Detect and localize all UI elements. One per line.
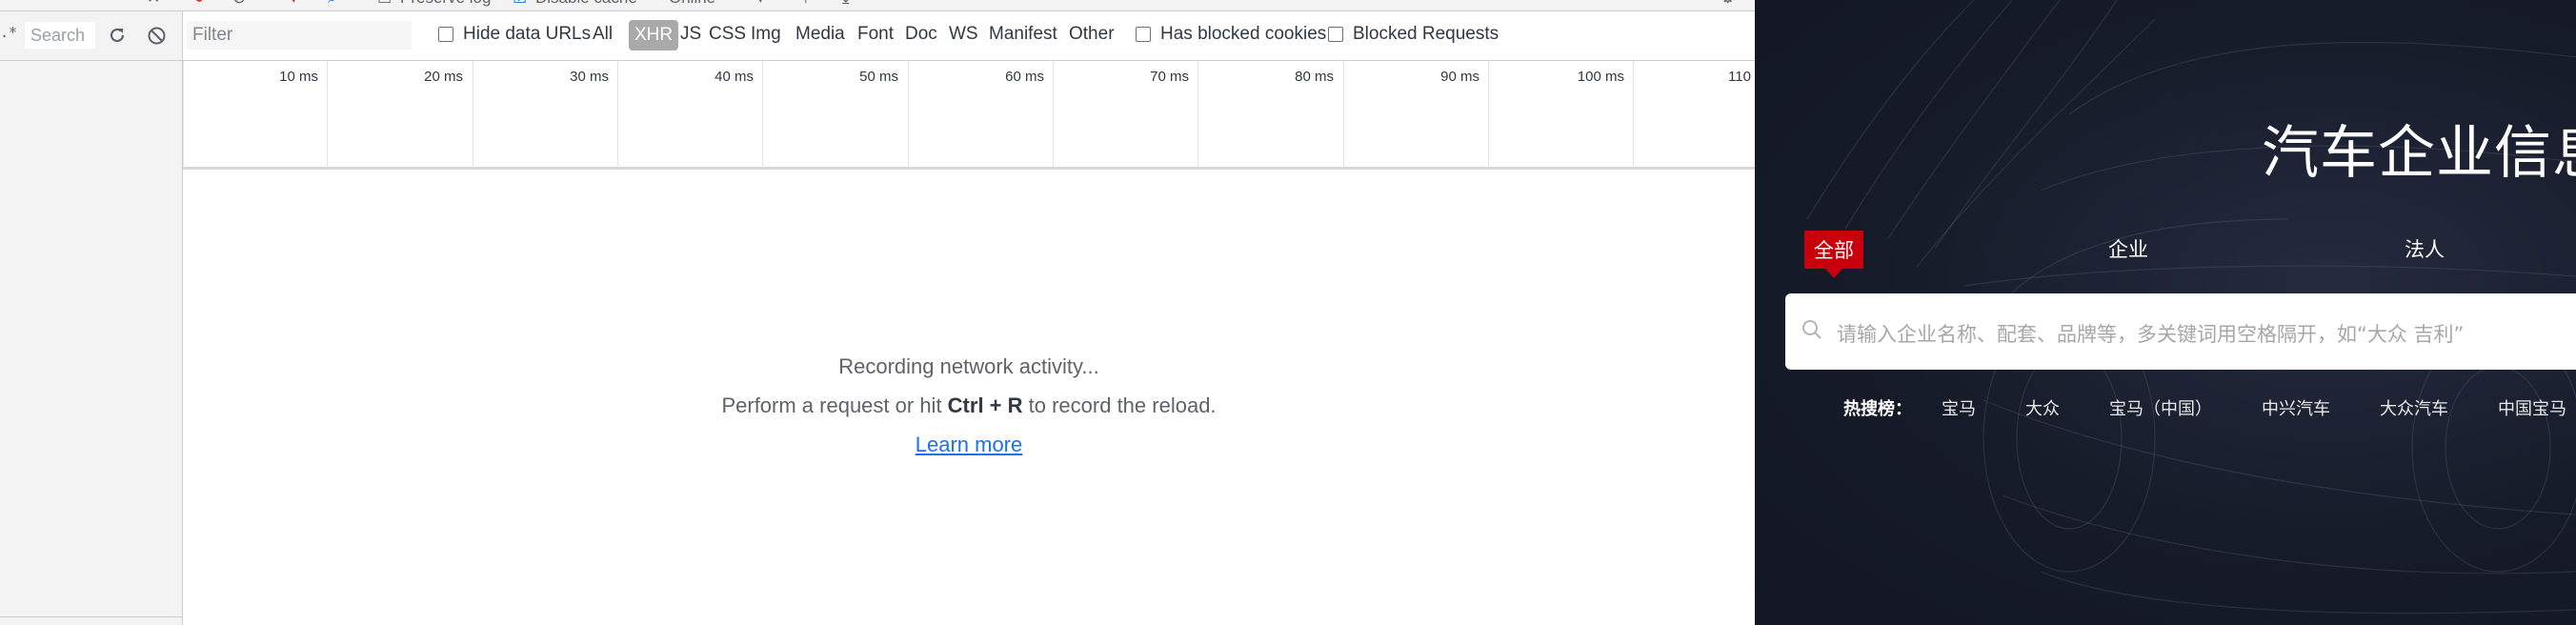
timeline-tick-label: 50 ms [859, 69, 898, 85]
timeline-gridline [617, 61, 618, 168]
type-filter-manifest[interactable]: Manifest [989, 24, 1057, 45]
search-icon [1802, 320, 1821, 339]
filter-icon[interactable]: ▾ [290, 0, 298, 11]
network-overview-timeline[interactable]: 10 ms 20 ms 30 ms 40 ms 50 ms 60 ms 70 m… [183, 61, 1774, 170]
has-blocked-cookies-label: Has blocked cookies [1160, 24, 1327, 44]
type-filter-other[interactable]: Other [1069, 24, 1115, 45]
hide-data-urls-label: Hide data URLs [463, 24, 592, 44]
timeline-tick-label: 60 ms [1005, 69, 1044, 85]
timeline-gridline [327, 61, 328, 168]
auto-enterprise-site: 汽车企业信息 全部 企业 法人 请输入企业名称、配套、品牌等，多关键词用空格隔开… [1755, 0, 2576, 625]
type-filter-js[interactable]: JS [680, 24, 701, 45]
type-filter-ws[interactable]: WS [949, 24, 978, 45]
preserve-log-checkbox[interactable]: ☐ [377, 0, 392, 11]
settings-gear-icon[interactable]: ⚙ [1721, 0, 1735, 11]
sidebar-bottom-divider [0, 616, 182, 617]
site-title: 汽车企业信息 [2262, 120, 2576, 187]
search-tab-company[interactable]: 企业 [2108, 234, 2148, 263]
preserve-log-label: Preserve log [400, 0, 491, 11]
site-search-input[interactable]: 请输入企业名称、配套、品牌等，多关键词用空格隔开，如“大众 吉利” [1785, 293, 2576, 370]
hot-search-label: 热搜榜： [1843, 399, 1912, 419]
reload-shortcut: Ctrl + R [947, 393, 1023, 417]
timeline-gridline [1197, 61, 1198, 168]
timeline-gridline [1633, 61, 1634, 168]
hide-data-urls-checkbox[interactable] [438, 27, 453, 42]
reload-hint-suffix: to record the reload. [1022, 393, 1217, 417]
close-search-icon[interactable]: ✕ [147, 0, 160, 11]
timeline-gridline [908, 61, 909, 168]
hot-search-item[interactable]: 宝马（中国） [2109, 395, 2212, 420]
timeline-gridline [1343, 61, 1344, 168]
timeline-tick-label: 100 ms [1577, 69, 1624, 85]
hot-search-item[interactable]: 大众汽车 [2380, 395, 2448, 420]
site-search-placeholder: 请输入企业名称、配套、品牌等，多关键词用空格隔开，如“大众 吉利” [1837, 323, 2465, 346]
reload-hint-prefix: Perform a request or hit [721, 393, 948, 417]
devtools-network-panel: ▔ ✕ ● ⊘ ▾ ⌕ ☐ Preserve log ☑ Disable cac… [0, 0, 1774, 625]
type-filter-media[interactable]: Media [795, 24, 845, 45]
network-empty-state: Recording network activity... Perform a … [183, 170, 1755, 625]
timeline-gridline [183, 61, 184, 168]
timeline-gridline [1488, 61, 1489, 168]
network-top-toolbar: ▔ ✕ ● ⊘ ▾ ⌕ ☐ Preserve log ☑ Disable cac… [0, 0, 1755, 11]
search-sidebar [0, 11, 183, 625]
throttling-select[interactable]: Online [669, 0, 715, 11]
timeline-tick-label: 80 ms [1295, 69, 1334, 85]
sidebar-tab-underline: ▔ [0, 0, 12, 11]
timeline-tick-label: 40 ms [714, 69, 754, 85]
reload-hint: Perform a request or hit Ctrl + R to rec… [183, 393, 1755, 418]
throttling-dropdown-icon[interactable]: ▾ [756, 0, 765, 11]
refresh-icon[interactable] [107, 25, 128, 46]
clear-search-icon[interactable] [147, 26, 167, 46]
hot-search-item[interactable]: 中兴汽车 [2262, 395, 2330, 420]
type-filter-font[interactable]: Font [857, 24, 894, 45]
timeline-tick-label: 90 ms [1440, 69, 1479, 85]
sidebar-search-input[interactable] [25, 22, 95, 49]
type-filter-all[interactable]: All [593, 24, 613, 45]
timeline-tick-label: 30 ms [570, 69, 609, 85]
timeline-tick-label: 10 ms [279, 69, 318, 85]
timeline-tick-label: 70 ms [1150, 69, 1189, 85]
network-filter-bar: Hide data URLs All XHR JS CSS Img Media … [183, 11, 1755, 61]
type-filter-xhr[interactable]: XHR [629, 20, 679, 50]
export-har-icon[interactable]: ⤓ [842, 0, 850, 11]
regex-icon[interactable]: .* [0, 24, 17, 41]
type-filter-css[interactable]: CSS [709, 24, 746, 45]
search-tab-legal-person[interactable]: 法人 [2405, 234, 2445, 263]
learn-more-link[interactable]: Learn more [916, 433, 1023, 456]
search-tab-all[interactable]: 全部 [1804, 231, 1863, 278]
timeline-gridline [1053, 61, 1054, 168]
has-blocked-cookies-checkbox[interactable] [1136, 27, 1151, 42]
type-filter-doc[interactable]: Doc [905, 24, 937, 45]
search-icon[interactable]: ⌕ [328, 0, 337, 11]
blocked-requests-label: Blocked Requests [1353, 24, 1499, 44]
hot-search-item[interactable]: 宝马 [1942, 395, 1976, 420]
import-har-icon[interactable]: ⤒ [802, 0, 810, 11]
disable-cache-checkbox[interactable]: ☑ [513, 0, 527, 11]
sidebar-search-bar: .* [0, 11, 183, 61]
record-icon[interactable]: ● [194, 0, 204, 11]
hot-search-item[interactable]: 大众 [2025, 395, 2060, 420]
clear-icon[interactable]: ⊘ [232, 0, 246, 11]
blocked-requests-checkbox[interactable] [1328, 27, 1343, 42]
hot-search-item[interactable]: 中国宝马 [2498, 395, 2566, 420]
timeline-gridline [762, 61, 763, 168]
type-filter-img[interactable]: Img [751, 24, 781, 45]
filter-input[interactable] [187, 21, 412, 50]
recording-message: Recording network activity... [838, 354, 1099, 378]
disable-cache-label: Disable cache [535, 0, 637, 11]
timeline-tick-label: 20 ms [424, 69, 463, 85]
